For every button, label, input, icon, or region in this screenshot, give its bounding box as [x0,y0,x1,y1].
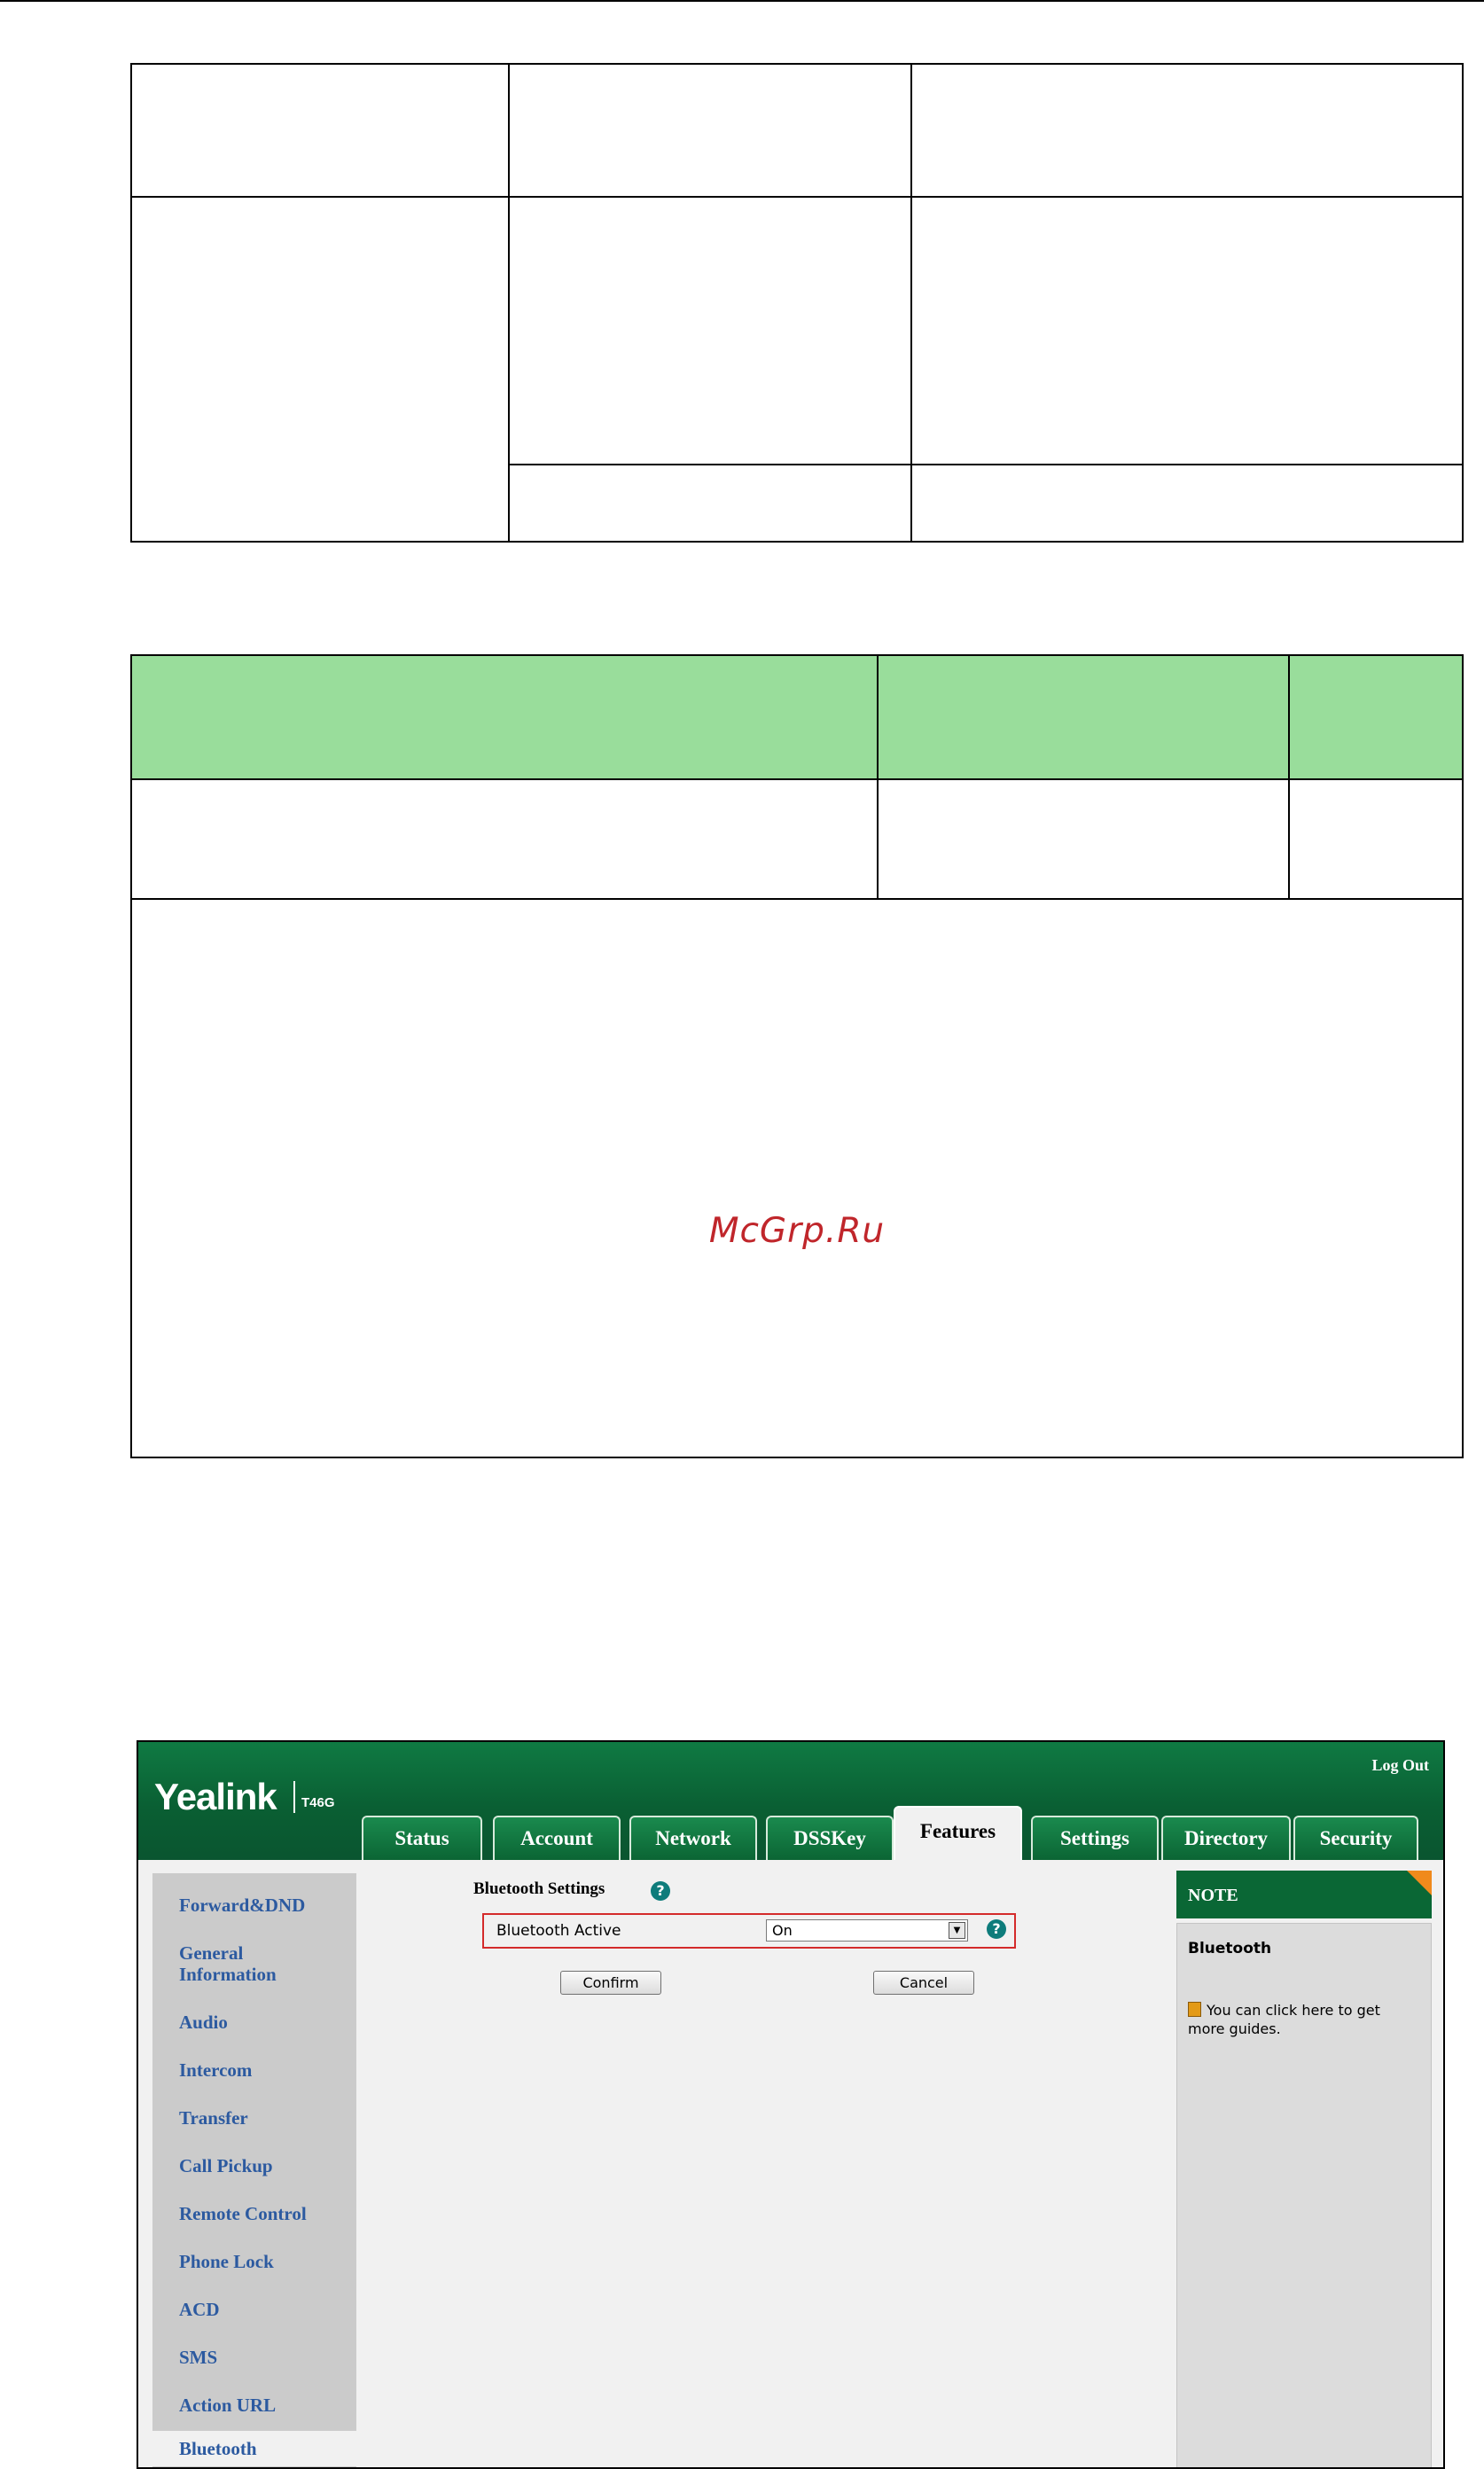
tab-directory[interactable]: Directory [1161,1816,1291,1860]
yealink-logo: Yealink [154,1776,277,1817]
table-cell [1288,778,1464,900]
table-cell [910,196,1464,465]
table-cell [910,63,1464,198]
note-corner-icon [1407,1871,1432,1895]
table-header-cell [130,654,879,780]
section-title: Bluetooth Settings [473,1879,605,1898]
tab-dsskey[interactable]: DSSKey [766,1816,894,1860]
sidebar-item-call-pickup[interactable]: Call Pickup [152,2155,356,2176]
logo-divider [293,1781,295,1813]
note-title: NOTE [1188,1886,1238,1905]
tab-status[interactable]: Status [362,1816,482,1860]
tab-security[interactable]: Security [1293,1816,1418,1860]
select-value: On [772,1922,793,1939]
table-cell [910,464,1464,543]
table-cell [508,63,912,198]
sidebar-item-acd[interactable]: ACD [152,2299,356,2320]
table-header-cell [877,654,1290,780]
bluetooth-active-select[interactable]: On ▼ [766,1919,968,1942]
page-top-rule [0,0,1484,2]
note-subtitle: Bluetooth [1188,1940,1272,1957]
sidebar-item-action-url[interactable]: Action URL [152,2395,356,2416]
watermark: McGrp.Ru [708,1211,886,1251]
note-guide-text: You can click here to get more guides. [1188,2002,1380,2037]
sidebar-item-general-information[interactable]: General Information [152,1942,285,1985]
web-ui-screenshot: Yealink T46G Log Out Status Account Netw… [137,1740,1445,2469]
dropdown-arrow-icon[interactable]: ▼ [949,1922,965,1939]
help-icon[interactable]: ? [651,1881,670,1901]
table-cell [508,196,912,465]
sidebar-item-transfer[interactable]: Transfer [152,2107,356,2129]
model-label: T46G [301,1795,335,1810]
guide-book-icon [1188,2002,1201,2017]
sidebar-item-bluetooth[interactable]: Bluetooth [152,2431,356,2466]
cancel-button[interactable]: Cancel [873,1971,974,1995]
table-header-cell [1288,654,1464,780]
lower-table: McGrp.Ru [130,654,1464,1458]
table-cell [130,196,510,543]
sidebar-item-sms[interactable]: SMS [152,2347,356,2368]
table-cell [508,464,912,543]
table-cell [130,63,510,198]
sidebar-item-remote-control[interactable]: Remote Control [152,2203,356,2224]
help-icon[interactable]: ? [987,1919,1006,1939]
sidebar-item-phone-lock[interactable]: Phone Lock [152,2251,356,2272]
sidebar-item-audio[interactable]: Audio [152,2012,356,2033]
table-cell [877,778,1290,900]
tab-settings[interactable]: Settings [1031,1816,1159,1860]
sidebar-item-forward-dnd[interactable]: Forward&DND [152,1895,356,1916]
sidebar: Forward&DND General Information Audio In… [152,1873,356,2467]
table-description-cell [130,898,1464,1458]
tab-account[interactable]: Account [493,1816,621,1860]
upper-table [130,63,1464,543]
bluetooth-active-label: Bluetooth Active [496,1922,621,1940]
sidebar-item-intercom[interactable]: Intercom [152,2059,356,2081]
logout-link[interactable]: Log Out [1371,1756,1429,1775]
tab-features[interactable]: Features [894,1806,1022,1860]
tab-network[interactable]: Network [629,1816,757,1860]
table-cell [130,778,879,900]
note-guide-link[interactable]: You can click here to get more guides. [1188,2001,1420,2038]
confirm-button[interactable]: Confirm [560,1971,661,1995]
